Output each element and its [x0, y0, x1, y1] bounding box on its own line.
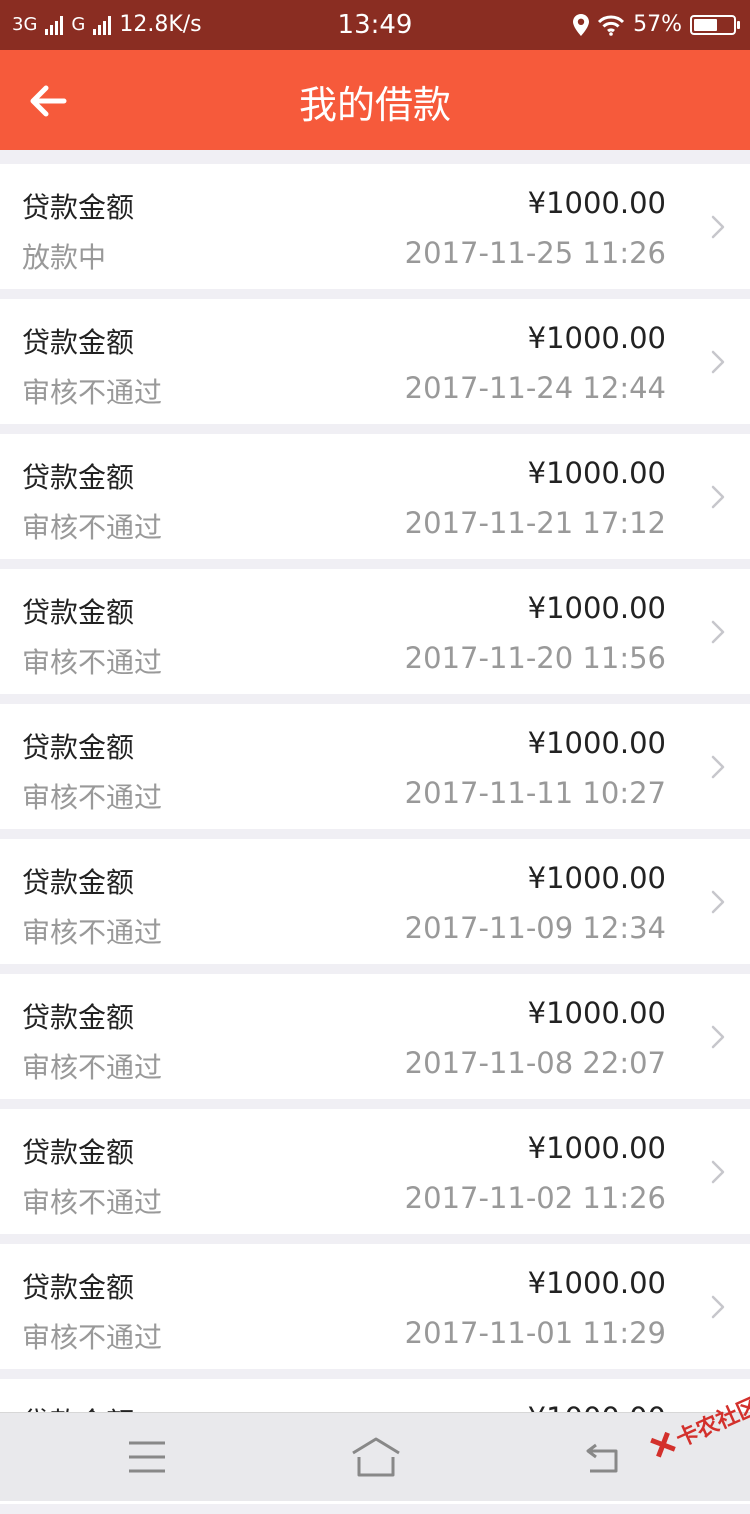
menu-icon[interactable] — [127, 1439, 167, 1475]
chevron-right-icon — [711, 620, 725, 644]
loan-list-item[interactable]: 贷款金额 ¥1000.00 审核不通过 2017-11-11 10:27 — [0, 704, 750, 829]
system-nav-bar — [0, 1412, 750, 1501]
loan-amount-label: 贷款金额 — [22, 731, 135, 764]
loan-amount-value: ¥1000.00 — [527, 1266, 666, 1300]
loan-date: 2017-11-24 12:44 — [404, 371, 666, 405]
loan-status: 审核不通过 — [22, 781, 163, 814]
loan-status: 审核不通过 — [22, 1321, 163, 1354]
loan-amount-label: 贷款金额 — [22, 596, 135, 629]
loan-date: 2017-11-20 11:56 — [404, 641, 666, 675]
loan-list-item[interactable]: 贷款金额 ¥1000.00 审核不通过 2017-11-02 11:26 — [0, 1109, 750, 1234]
chevron-right-icon — [711, 350, 725, 374]
loan-date: 2017-11-09 12:34 — [404, 911, 666, 945]
wifi-icon — [598, 15, 625, 36]
loan-list-item[interactable]: 贷款金额 ¥1000.00 审核不通过 2017-11-01 11:29 — [0, 1244, 750, 1369]
loan-amount-label: 贷款金额 — [22, 326, 135, 359]
status-bar: 3G G 12.8K/s 13:49 57% — [0, 0, 750, 50]
loan-date: 2017-11-08 22:07 — [404, 1046, 666, 1080]
loan-amount-label: 贷款金额 — [22, 1271, 135, 1304]
loan-amount-label: 贷款金额 — [22, 866, 135, 899]
chevron-right-icon — [711, 1295, 725, 1319]
loan-status: 审核不通过 — [22, 511, 163, 544]
loan-amount-value: ¥1000.00 — [527, 591, 666, 625]
return-icon[interactable] — [582, 1435, 626, 1479]
loan-date: 2017-11-02 11:26 — [404, 1181, 666, 1215]
loan-status: 审核不通过 — [22, 916, 163, 949]
loan-date: 2017-11-21 17:12 — [404, 506, 666, 540]
loan-amount-value: ¥1000.00 — [527, 456, 666, 490]
loan-list-item[interactable]: 贷款金额 ¥1000.00 审核不通过 2017-11-21 17:12 — [0, 434, 750, 559]
loan-status: 放款中 — [22, 241, 107, 274]
battery-percent: 57% — [633, 12, 682, 37]
loan-amount-label: 贷款金额 — [22, 461, 135, 494]
loan-amount-label: 贷款金额 — [22, 1136, 135, 1169]
location-icon — [573, 13, 590, 36]
loan-amount-value: ¥1000.00 — [527, 186, 666, 220]
loan-amount-label: 贷款金额 — [22, 1001, 135, 1034]
home-icon[interactable] — [349, 1435, 403, 1479]
loan-status: 审核不通过 — [22, 376, 163, 409]
chevron-right-icon — [711, 485, 725, 509]
loan-list-item[interactable]: 贷款金额 ¥1000.00 审核不通过 2017-11-08 22:07 — [0, 974, 750, 1099]
loan-list-item[interactable]: 贷款金额 ¥1000.00 审核不通过 2017-11-09 12:34 — [0, 839, 750, 964]
chevron-right-icon — [711, 890, 725, 914]
loan-amount-label: 贷款金额 — [22, 191, 135, 224]
loan-status: 审核不通过 — [22, 1186, 163, 1219]
loan-date: 2017-11-11 10:27 — [404, 776, 666, 810]
loan-status: 审核不通过 — [22, 1051, 163, 1084]
loan-amount-value: ¥1000.00 — [527, 996, 666, 1030]
chevron-right-icon — [711, 1160, 725, 1184]
loan-date: 2017-11-01 11:29 — [404, 1316, 666, 1350]
loan-list: 贷款金额 ¥1000.00 放款中 2017-11-25 11:26 贷款金额 ¥1000… — [0, 164, 750, 1514]
chevron-right-icon — [711, 755, 725, 779]
loan-amount-value: ¥1000.00 — [527, 726, 666, 760]
loan-list-item[interactable]: 贷款金额 ¥1000.00 放款中 2017-11-25 11:26 — [0, 164, 750, 289]
loan-list-item[interactable]: 贷款金额 ¥1000.00 审核不通过 2017-11-20 11:56 — [0, 569, 750, 694]
loan-status: 审核不通过 — [22, 646, 163, 679]
nav-bar: 我的借款 — [0, 50, 750, 150]
loan-amount-value: ¥1000.00 — [527, 861, 666, 895]
loan-list-item[interactable]: 贷款金额 ¥1000.00 审核不通过 2017-11-24 12:44 — [0, 299, 750, 424]
battery-icon — [690, 14, 740, 35]
loan-amount-value: ¥1000.00 — [527, 321, 666, 355]
loan-date: 2017-11-25 11:26 — [404, 236, 666, 270]
loan-amount-value: ¥1000.00 — [527, 1131, 666, 1165]
page-title: 我的借款 — [298, 83, 451, 127]
chevron-right-icon — [711, 215, 725, 239]
chevron-right-icon — [711, 1025, 725, 1049]
